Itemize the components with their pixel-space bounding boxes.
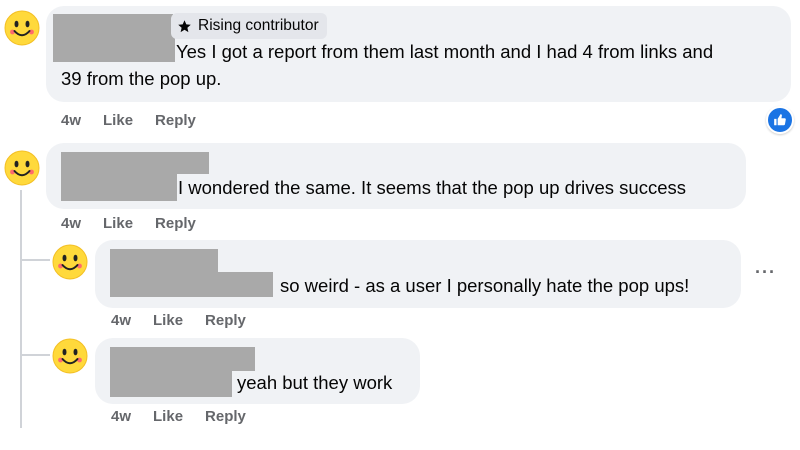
reply-button[interactable]: Reply: [155, 112, 196, 129]
redacted-author-name: [61, 173, 177, 201]
comment-timestamp[interactable]: 4w: [111, 408, 131, 425]
comment-actions: 4w Like Reply: [111, 312, 246, 329]
like-button[interactable]: Like: [153, 312, 183, 329]
like-reaction-icon[interactable]: [766, 106, 794, 134]
redacted-author-name: [53, 14, 173, 36]
avatar[interactable]: [52, 244, 88, 280]
thumbs-up-icon: [774, 114, 786, 126]
redacted-author-name: [110, 272, 273, 297]
comment-actions: 4w Like Reply: [61, 112, 196, 129]
comment-text: Yes I got a report from them last month …: [176, 41, 714, 62]
comment-timestamp[interactable]: 4w: [61, 215, 81, 232]
comment-text: I wondered the same. It seems that the p…: [178, 177, 686, 198]
rising-contributor-badge[interactable]: Rising contributor: [171, 13, 327, 39]
redacted-author-name: [110, 370, 232, 397]
avatar[interactable]: [4, 10, 40, 46]
redacted-author-name: [110, 347, 255, 371]
comment-actions: 4w Like Reply: [111, 408, 246, 425]
redacted-author-name: [61, 152, 209, 174]
reply-button[interactable]: Reply: [155, 215, 196, 232]
thread-line: [20, 190, 22, 428]
star-icon: [178, 19, 191, 32]
like-button[interactable]: Like: [103, 215, 133, 232]
comment-actions: 4w Like Reply: [61, 215, 196, 232]
comment-text: 39 from the pop up.: [61, 68, 222, 89]
thread-connector: [20, 354, 50, 356]
comment-timestamp[interactable]: 4w: [61, 112, 81, 129]
avatar[interactable]: [52, 338, 88, 374]
like-button[interactable]: Like: [153, 408, 183, 425]
more-options-button[interactable]: ···: [755, 262, 776, 283]
reply-button[interactable]: Reply: [205, 312, 246, 329]
reply-button[interactable]: Reply: [205, 408, 246, 425]
comment-text: yeah but they work: [237, 372, 393, 393]
thread-connector: [20, 259, 50, 261]
comment-text: so weird - as a user I personally hate t…: [280, 275, 690, 296]
avatar[interactable]: [4, 150, 40, 186]
badge-label: Rising contributor: [198, 17, 319, 34]
like-button[interactable]: Like: [103, 112, 133, 129]
redacted-author-name: [53, 34, 175, 62]
comment-timestamp[interactable]: 4w: [111, 312, 131, 329]
